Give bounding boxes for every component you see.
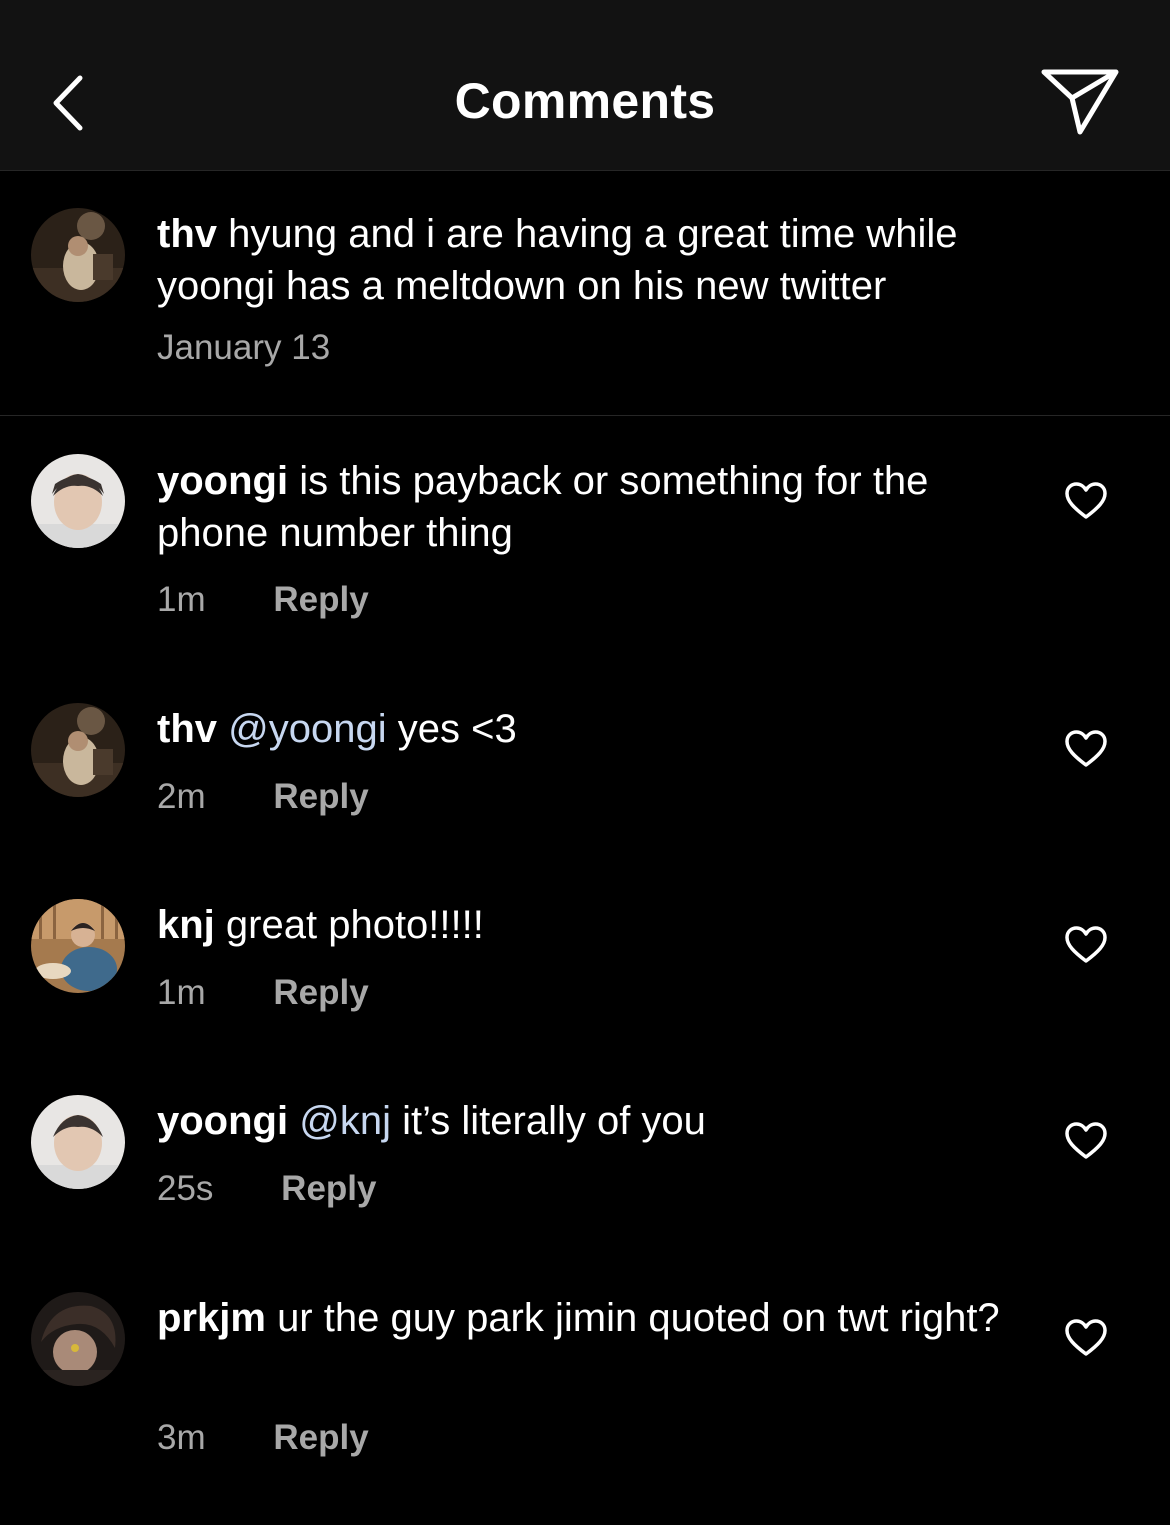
reply-button[interactable]: Reply bbox=[281, 1169, 376, 1208]
comment-username[interactable]: yoongi bbox=[157, 1099, 288, 1143]
heart-icon[interactable] bbox=[1064, 729, 1108, 769]
heart-icon[interactable] bbox=[1064, 925, 1108, 965]
mention-link[interactable]: @yoongi bbox=[228, 707, 386, 751]
caption-username[interactable]: thv bbox=[157, 212, 217, 256]
comment-body: great photo!!!!! bbox=[225, 903, 484, 947]
top-bar: Comments bbox=[0, 0, 1170, 171]
comment-time: 2m bbox=[157, 777, 206, 816]
comment-body: ur the guy park jimin quoted on twt righ… bbox=[277, 1296, 1000, 1340]
comment-time: 1m bbox=[157, 973, 206, 1012]
mention-link[interactable]: @knj bbox=[299, 1099, 391, 1143]
page-title: Comments bbox=[454, 73, 716, 129]
avatar[interactable] bbox=[31, 454, 125, 548]
caption-text: thv hyung and i are having a great time … bbox=[157, 208, 1037, 312]
comment-username[interactable]: yoongi bbox=[157, 459, 288, 503]
comment-body: it’s literally of you bbox=[402, 1099, 706, 1143]
comment-time: 1m bbox=[157, 580, 206, 619]
comment-time: 25s bbox=[157, 1169, 214, 1208]
reply-button[interactable]: Reply bbox=[273, 580, 368, 619]
post-caption: thv hyung and i are having a great time … bbox=[0, 171, 1170, 416]
comment-username[interactable]: knj bbox=[157, 903, 215, 947]
comment-username[interactable]: prkjm bbox=[157, 1296, 266, 1340]
avatar[interactable] bbox=[31, 1095, 125, 1189]
reply-button[interactable]: Reply bbox=[273, 777, 368, 816]
paper-plane-icon bbox=[1041, 69, 1119, 135]
avatar[interactable] bbox=[31, 899, 125, 993]
avatar[interactable] bbox=[31, 208, 125, 302]
caption-date: January 13 bbox=[157, 328, 331, 367]
comment-time: 3m bbox=[157, 1418, 206, 1457]
avatar[interactable] bbox=[31, 703, 125, 797]
caption-body: hyung and i are having a great time whil… bbox=[157, 212, 958, 308]
share-button[interactable] bbox=[1038, 64, 1122, 140]
avatar[interactable] bbox=[31, 1292, 125, 1386]
reply-button[interactable]: Reply bbox=[273, 973, 368, 1012]
heart-icon[interactable] bbox=[1064, 1121, 1108, 1161]
reply-button[interactable]: Reply bbox=[273, 1418, 368, 1457]
heart-icon[interactable] bbox=[1064, 1318, 1108, 1358]
heart-icon[interactable] bbox=[1064, 481, 1108, 521]
comment-body: yes <3 bbox=[397, 707, 517, 751]
comment-username[interactable]: thv bbox=[157, 707, 217, 751]
